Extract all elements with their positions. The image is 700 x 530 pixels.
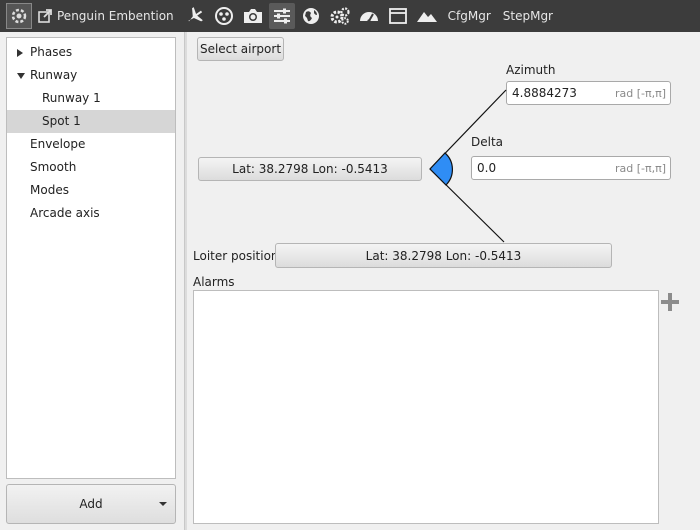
collapse-arrow-icon[interactable] (17, 64, 27, 87)
add-button-label: Add (79, 497, 103, 511)
tree-item-label: Arcade axis (30, 206, 100, 220)
window-icon[interactable] (385, 3, 411, 29)
tree-item-label: Envelope (30, 137, 86, 151)
tree-item-label: Phases (30, 45, 73, 59)
app-title: Penguin Embention (57, 9, 174, 23)
select-airport-button[interactable]: Select airport (197, 37, 284, 61)
tree-item-phases[interactable]: Phases (7, 41, 175, 64)
app-header: Penguin Embention (0, 0, 174, 32)
dropdown-caret-icon[interactable] (159, 502, 167, 506)
split-pane-divider[interactable] (184, 32, 187, 530)
loiter-position-label: Loiter position (193, 249, 279, 263)
tree-item-runway-1[interactable]: Runway 1 (7, 87, 175, 110)
azimuth-label: Azimuth (506, 63, 556, 77)
azimuth-unit: rad [-π,π] (614, 86, 666, 100)
alarms-list[interactable] (193, 290, 659, 524)
expand-arrow-icon[interactable] (17, 41, 27, 64)
add-button[interactable]: Add (6, 484, 176, 524)
tree-item-label: Smooth (30, 160, 77, 174)
tree-item-label: Spot 1 (42, 114, 81, 128)
terrain-mountain-icon[interactable] (414, 3, 440, 29)
cfgmgr-menu[interactable]: CfgMgr (448, 9, 491, 23)
globe-icon[interactable] (298, 3, 324, 29)
spot-position-button[interactable]: Lat: 38.2798 Lon: -0.5413 (198, 157, 422, 181)
add-alarm-plus-icon[interactable] (660, 292, 680, 312)
top-toolbar: Penguin Embention CfgMgr StepMgr (0, 0, 700, 32)
loiter-position-button[interactable]: Lat: 38.2798 Lon: -0.5413 (275, 243, 612, 268)
tree-item-modes[interactable]: Modes (7, 179, 175, 202)
settings-gear-icon[interactable] (6, 3, 32, 29)
joystick-icon[interactable] (211, 3, 237, 29)
delta-wedge-arc (429, 152, 454, 186)
tree-item-spot-1[interactable]: Spot 1 (7, 110, 175, 133)
alarms-label: Alarms (193, 275, 235, 289)
tree-item-envelope[interactable]: Envelope (7, 133, 175, 156)
delta-unit: rad [-π,π] (614, 161, 666, 175)
azimuth-input[interactable] (512, 86, 615, 100)
tree-item-runway[interactable]: Runway (7, 64, 175, 87)
sliders-icon[interactable] (268, 3, 295, 29)
camera-icon[interactable] (240, 3, 266, 29)
dashboard-gauge-icon[interactable] (356, 3, 382, 29)
external-link-icon[interactable] (37, 8, 53, 24)
tree-item-arcade-axis[interactable]: Arcade axis (7, 202, 175, 225)
azimuth-field[interactable]: rad [-π,π] (506, 81, 671, 105)
stepmgr-menu[interactable]: StepMgr (503, 9, 553, 23)
tree-item-label: Runway (30, 68, 78, 82)
tree-item-smooth[interactable]: Smooth (7, 156, 175, 179)
azimuth-delta-diagram (429, 89, 507, 243)
airplane-icon[interactable] (182, 3, 208, 29)
tree-item-label: Runway 1 (42, 91, 101, 105)
tree-item-label: Modes (30, 183, 69, 197)
sidebar-tree: Phases Runway Runway 1 Spot 1 Envelope S… (6, 37, 176, 479)
gears-icon[interactable] (327, 3, 353, 29)
